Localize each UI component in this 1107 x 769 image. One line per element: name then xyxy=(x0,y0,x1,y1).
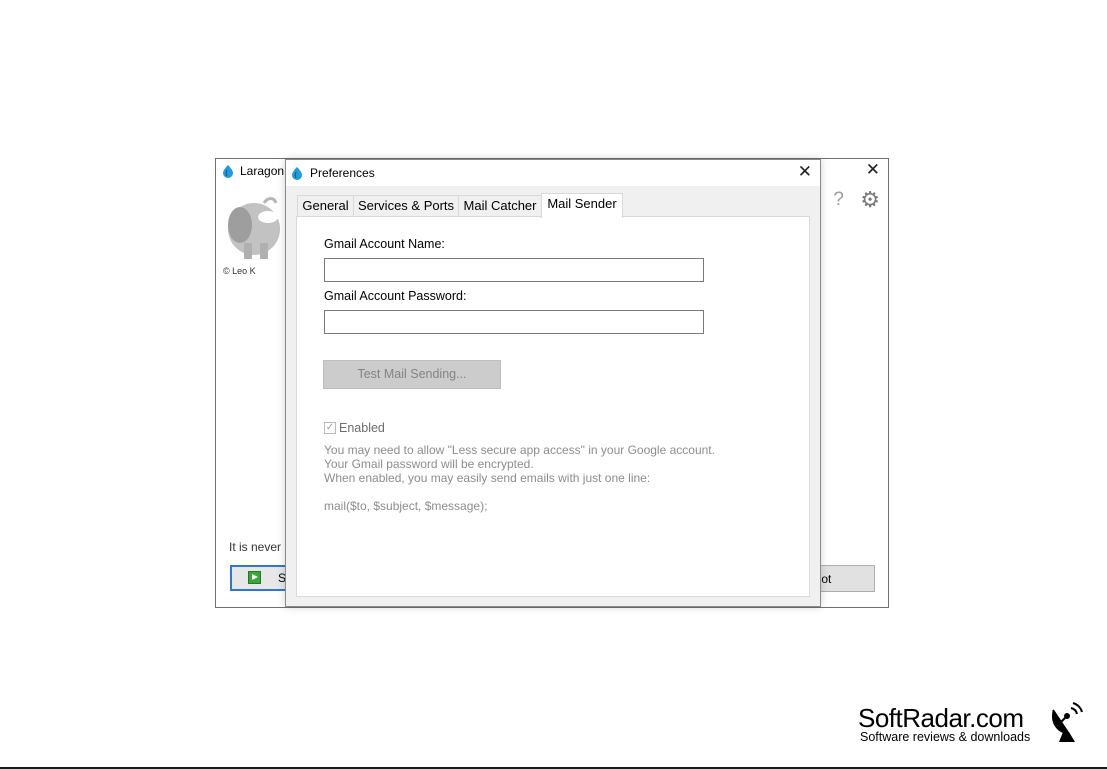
mail-sender-panel: Gmail Account Name: Gmail Account Passwo… xyxy=(296,216,810,597)
account-password-input[interactable] xyxy=(324,310,704,334)
start-all-button[interactable]: S xyxy=(230,565,290,591)
watermark-tagline: Software reviews & downloads xyxy=(860,730,1031,744)
satellite-dish-icon xyxy=(1051,702,1083,742)
tab-services-ports[interactable]: Services & Ports xyxy=(353,195,459,217)
tagline-text: It is never xyxy=(229,540,282,554)
account-password-label: Gmail Account Password: xyxy=(324,289,467,303)
gear-icon[interactable]: ⚙ xyxy=(860,189,880,211)
play-icon xyxy=(248,571,261,584)
preferences-dialog: Preferences ✕ General Services & Ports M… xyxy=(285,159,821,607)
note-secure-access: You may need to allow "Less secure app a… xyxy=(324,443,715,457)
account-name-label: Gmail Account Name: xyxy=(324,237,445,251)
note-encrypted: Your Gmail password will be encrypted. xyxy=(324,457,534,471)
laragon-drop-icon xyxy=(223,165,233,178)
note-one-line: When enabled, you may easily send emails… xyxy=(324,471,651,485)
copyright-text: © Leo K xyxy=(223,266,256,276)
enabled-label: Enabled xyxy=(339,421,385,435)
main-window-title: Laragon xyxy=(240,164,285,178)
tab-general[interactable]: General xyxy=(297,195,354,217)
note-mail-example: mail($to, $subject, $message); xyxy=(324,499,488,513)
tab-mail-sender[interactable]: Mail Sender xyxy=(541,193,623,218)
tab-mail-catcher[interactable]: Mail Catcher xyxy=(458,195,542,217)
account-name-input[interactable] xyxy=(324,258,704,282)
preferences-title: Preferences xyxy=(310,166,375,180)
help-icon[interactable]: ? xyxy=(833,189,844,211)
test-mail-button[interactable]: Test Mail Sending... xyxy=(323,360,501,389)
preferences-drop-icon xyxy=(292,167,302,180)
main-close-icon[interactable]: ✕ xyxy=(866,161,880,179)
enabled-checkbox[interactable]: ✓ xyxy=(324,422,336,434)
preferences-titlebar: Preferences ✕ xyxy=(286,160,820,186)
elephant-logo xyxy=(228,197,280,259)
close-icon[interactable]: ✕ xyxy=(798,163,812,181)
